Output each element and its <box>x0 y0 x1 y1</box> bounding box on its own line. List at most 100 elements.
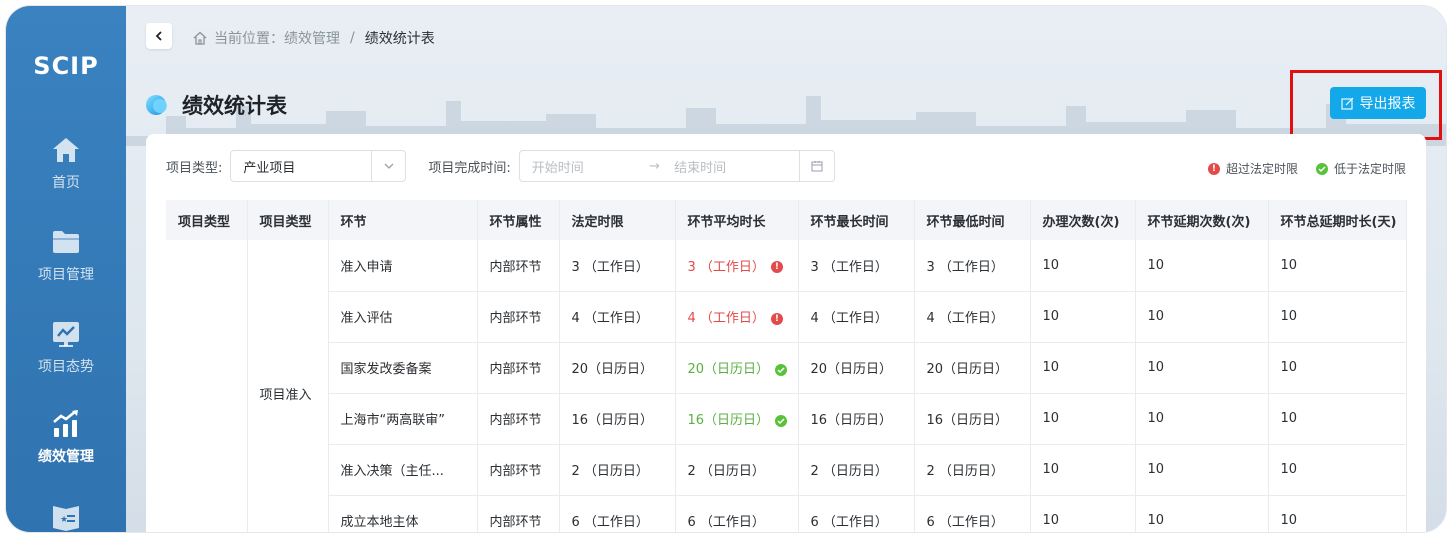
performance-chart-icon <box>53 409 78 437</box>
sidebar: SCIP 首页 项目管理 项目态势 绩效管理 ★ <box>6 6 126 532</box>
sidebar-item-home[interactable]: 首页 <box>6 134 126 192</box>
max-cell: 3 （工作日） <box>798 240 915 292</box>
sidebar-item-label: 项目态势 <box>38 359 94 375</box>
table-header-row: 项目类型 项目类型 环节 环节属性 法定时限 环节平均时长 环节最长时间 环节最… <box>166 200 1407 240</box>
app-window: SCIP 首页 项目管理 项目态势 绩效管理 ★ 当前位置： 绩效管理 / 绩效… <box>6 6 1446 532</box>
step-cell: 上海市“两高联审” <box>328 393 478 445</box>
sidebar-item-performance[interactable]: 绩效管理 <box>6 408 126 466</box>
end-date-input[interactable]: 结束时间 <box>670 157 799 176</box>
svg-text:★: ★ <box>60 515 68 525</box>
min-cell: 3 （工作日） <box>914 240 1031 292</box>
legal-cell: 6 （工作日） <box>559 495 676 532</box>
max-cell: 6 （工作日） <box>798 495 915 532</box>
attr-cell: 内部环节 <box>477 342 560 394</box>
start-date-input[interactable]: 开始时间 <box>520 157 647 176</box>
project-type-cell <box>166 240 248 532</box>
column-header: 项目类型 <box>247 200 329 240</box>
book-icon: ★ <box>53 506 79 531</box>
table-row: 项目准入 准入申请 内部环节 3 （工作日） 3 （工作日）! 3 （工作日） … <box>166 240 1407 532</box>
home-icon <box>53 138 79 162</box>
sidebar-item-project-status[interactable]: 项目态势 <box>6 318 126 376</box>
count-cell: 10 <box>1030 393 1136 445</box>
breadcrumb-separator: / <box>350 30 355 46</box>
count-cell: 10 <box>1030 342 1136 394</box>
legend-over: ! 超过法定时限 <box>1207 160 1298 177</box>
avg-cell: 2 （日历日） <box>675 444 799 496</box>
column-header: 环节最长时间 <box>798 200 915 240</box>
avg-value: 4 （工作日） <box>687 311 765 326</box>
table-row: 国家发改委备案 内部环节 20（日历日） 20（日历日） 20（日历日） 20（… <box>166 342 1407 394</box>
arrow-right-icon: → <box>648 158 660 174</box>
step-cell: 准入决策（主任... <box>328 444 478 496</box>
step-cell: 国家发改委备案 <box>328 342 478 394</box>
group-cell: 项目准入 <box>247 240 329 532</box>
delay-days-cell: 10 <box>1268 444 1407 496</box>
delay-days-cell: 10 <box>1268 495 1407 532</box>
min-cell: 2 （日历日） <box>914 444 1031 496</box>
legal-cell: 3 （工作日） <box>559 240 676 292</box>
check-icon <box>775 414 788 427</box>
legend-under: 低于法定时限 <box>1315 160 1406 177</box>
check-icon <box>1315 162 1328 175</box>
avg-cell: 6 （工作日） <box>675 495 799 532</box>
column-header: 环节平均时长 <box>675 200 799 240</box>
check-icon <box>775 363 788 376</box>
count-cell: 10 <box>1030 240 1136 292</box>
home-outline-icon <box>193 31 207 45</box>
avg-cell: 20（日历日） <box>675 342 799 394</box>
max-cell: 20（日历日） <box>798 342 915 394</box>
sidebar-item-project-management[interactable]: 项目管理 <box>6 226 126 284</box>
delay-count-cell: 10 <box>1135 291 1269 343</box>
breadcrumb-parent[interactable]: 绩效管理 <box>284 28 340 48</box>
max-cell: 16（日历日） <box>798 393 915 445</box>
column-header: 办理次数(次) <box>1030 200 1136 240</box>
alert-icon: ! <box>770 261 783 274</box>
legend-over-label: 超过法定时限 <box>1225 162 1298 176</box>
sidebar-item-label: 首页 <box>52 175 80 191</box>
attr-cell: 内部环节 <box>477 291 560 343</box>
attr-cell: 内部环节 <box>477 444 560 496</box>
breadcrumb: 当前位置： 绩效管理 / 绩效统计表 <box>192 28 435 48</box>
title-decor-icon <box>146 95 167 115</box>
delay-days-cell: 10 <box>1268 393 1407 445</box>
alert-icon: ! <box>770 312 783 325</box>
filter-bar: 项目类型: 产业项目 项目完成时间: 开始时间 → 结束时间 <box>166 150 835 182</box>
column-header: 项目类型 <box>166 200 248 240</box>
delay-count-cell: 10 <box>1135 444 1269 496</box>
max-cell: 2 （日历日） <box>798 444 915 496</box>
delay-count-cell: 10 <box>1135 342 1269 394</box>
sidebar-item-label: 项目管理 <box>38 267 94 283</box>
min-cell: 20（日历日） <box>914 342 1031 394</box>
sidebar-item-more[interactable]: ★ <box>6 500 126 532</box>
page-title: 绩效统计表 <box>182 94 287 118</box>
delay-count-cell: 10 <box>1135 495 1269 532</box>
calendar-icon[interactable] <box>798 151 834 181</box>
folder-icon <box>53 231 79 253</box>
app-logo[interactable]: SCIP <box>6 52 126 80</box>
min-cell: 4 （工作日） <box>914 291 1031 343</box>
back-button[interactable] <box>146 23 172 49</box>
performance-table: 项目类型 项目类型 环节 环节属性 法定时限 环节平均时长 环节最长时间 环节最… <box>166 200 1407 532</box>
legend: ! 超过法定时限 低于法定时限 <box>1207 160 1406 177</box>
table-row: 准入决策（主任... 内部环节 2 （日历日） 2 （日历日） 2 （日历日） … <box>166 444 1407 496</box>
column-header: 法定时限 <box>559 200 676 240</box>
alert-icon: ! <box>1207 162 1220 175</box>
avg-cell: 4 （工作日）! <box>675 291 799 343</box>
legal-cell: 2 （日历日） <box>559 444 676 496</box>
project-type-label: 项目类型: <box>166 160 223 176</box>
attr-cell: 内部环节 <box>477 240 560 292</box>
project-type-value: 产业项目 <box>243 160 296 176</box>
legal-cell: 4 （工作日） <box>559 291 676 343</box>
content-card: 项目类型: 产业项目 项目完成时间: 开始时间 → 结束时间 ! 超过法定时限 … <box>146 134 1426 532</box>
avg-value: 3 （工作日） <box>687 259 765 275</box>
delay-days-cell: 10 <box>1268 291 1407 343</box>
avg-cell: 3 （工作日）! <box>675 240 799 292</box>
avg-cell: 16（日历日） <box>675 393 799 445</box>
count-cell: 10 <box>1030 291 1136 343</box>
step-cell: 准入评估 <box>328 291 478 343</box>
breadcrumb-current: 绩效统计表 <box>364 31 435 47</box>
step-cell: 准入申请 <box>328 240 478 292</box>
project-type-select[interactable]: 产业项目 <box>230 150 407 182</box>
date-range-picker[interactable]: 开始时间 → 结束时间 <box>518 150 835 182</box>
count-cell: 10 <box>1030 495 1136 532</box>
